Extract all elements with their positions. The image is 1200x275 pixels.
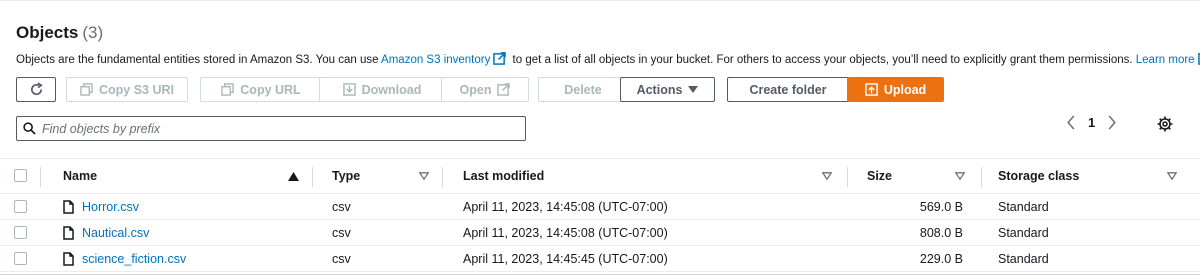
object-storage-class: Standard xyxy=(998,200,1049,214)
external-link-icon xyxy=(497,83,511,96)
open-button[interactable]: Open xyxy=(441,77,529,102)
object-type: csv xyxy=(332,252,351,266)
copy-s3-uri-label: Copy S3 URI xyxy=(98,82,174,97)
pagination: 1 xyxy=(1066,115,1117,130)
copy-s3-uri-button[interactable]: Copy S3 URI xyxy=(66,77,188,102)
object-count: (3) xyxy=(82,23,104,42)
object-last-modified: April 11, 2023, 14:45:45 (UTC-07:00) xyxy=(463,252,668,266)
download-icon xyxy=(342,83,356,96)
column-divider xyxy=(847,167,848,187)
select-all-checkbox[interactable] xyxy=(14,169,27,182)
object-name-cell: Horror.csv xyxy=(63,194,139,220)
delete-label: Delete xyxy=(564,82,602,97)
upload-button[interactable]: Upload xyxy=(847,77,944,102)
table-header: Name Type Last modified Size Storage cla… xyxy=(0,158,1200,194)
object-name-link[interactable]: Nautical.csv xyxy=(82,226,149,240)
objects-panel: Objects (3) Objects are the fundamental e… xyxy=(0,0,1200,275)
current-page-number[interactable]: 1 xyxy=(1088,115,1095,130)
column-header-size[interactable]: Size xyxy=(867,159,892,193)
refresh-icon xyxy=(30,82,43,96)
object-storage-class: Standard xyxy=(998,226,1049,240)
column-header-name[interactable]: Name xyxy=(63,159,97,193)
object-size: 569.0 B xyxy=(919,200,963,214)
column-divider xyxy=(981,167,982,187)
column-header-type[interactable]: Type xyxy=(332,159,360,193)
object-name-cell: Nautical.csv xyxy=(63,220,149,246)
search-input[interactable] xyxy=(42,121,512,136)
inventory-link[interactable]: Amazon S3 inventory xyxy=(381,54,490,66)
row-checkbox[interactable] xyxy=(14,200,27,213)
page-title: Objects (3) xyxy=(16,23,103,43)
table-row: Horror.csv csv April 11, 2023, 14:45:08 … xyxy=(0,194,1200,220)
objects-description: Objects are the fundamental entities sto… xyxy=(16,52,1200,66)
gear-icon xyxy=(1157,116,1173,132)
description-text-middle: to get a list of all objects in your buc… xyxy=(509,54,1136,66)
copy-url-button[interactable]: Copy URL xyxy=(200,77,322,102)
search-box xyxy=(16,116,526,141)
object-name-cell: science_fiction.csv xyxy=(63,246,186,272)
column-divider xyxy=(442,167,443,187)
object-size: 229.0 B xyxy=(919,252,963,266)
upload-label: Upload xyxy=(883,82,927,97)
description-text-before: Objects are the fundamental entities sto… xyxy=(16,54,382,66)
object-name-link[interactable]: Horror.csv xyxy=(82,200,139,214)
download-label: Download xyxy=(361,82,422,97)
object-storage-class: Standard xyxy=(998,252,1049,266)
upload-icon xyxy=(865,83,878,96)
search-icon xyxy=(23,122,36,135)
row-checkbox[interactable] xyxy=(14,226,27,239)
external-link-icon[interactable] xyxy=(493,52,507,65)
object-size: 808.0 B xyxy=(919,226,963,240)
actions-label: Actions xyxy=(636,82,683,97)
preferences-button[interactable] xyxy=(1157,116,1173,135)
refresh-button[interactable] xyxy=(16,77,56,102)
column-header-storage-class[interactable]: Storage class xyxy=(998,159,1079,193)
chevron-left-icon[interactable] xyxy=(1066,115,1076,130)
open-label: Open xyxy=(459,82,492,97)
table-row: science_fiction.csv csv April 11, 2023, … xyxy=(0,246,1200,272)
object-type: csv xyxy=(332,200,351,214)
delete-button[interactable]: Delete xyxy=(538,77,628,102)
create-folder-button[interactable]: Create folder xyxy=(727,77,849,102)
page-title-label: Objects xyxy=(16,23,79,42)
copy-icon xyxy=(80,83,93,96)
object-last-modified: April 11, 2023, 14:45:08 (UTC-07:00) xyxy=(463,200,668,214)
row-checkbox[interactable] xyxy=(14,252,27,265)
sort-icon[interactable] xyxy=(955,159,965,193)
file-icon xyxy=(63,200,74,214)
sort-icon[interactable] xyxy=(822,159,832,193)
copy-icon xyxy=(221,83,235,96)
object-last-modified: April 11, 2023, 14:45:08 (UTC-07:00) xyxy=(463,226,668,240)
column-header-last-modified[interactable]: Last modified xyxy=(463,159,544,193)
file-icon xyxy=(63,252,74,266)
sort-icon[interactable] xyxy=(419,159,429,193)
actions-dropdown[interactable]: Actions xyxy=(620,77,715,102)
download-button[interactable]: Download xyxy=(319,77,445,102)
copy-url-label: Copy URL xyxy=(240,82,301,97)
sort-icon[interactable] xyxy=(1167,159,1177,193)
object-name-link[interactable]: science_fiction.csv xyxy=(82,252,186,266)
caret-down-icon xyxy=(688,85,699,93)
file-icon xyxy=(63,226,74,240)
column-divider xyxy=(40,167,41,187)
object-type: csv xyxy=(332,226,351,240)
table-row: Nautical.csv csv April 11, 2023, 14:45:0… xyxy=(0,220,1200,246)
sort-ascending-icon[interactable] xyxy=(288,159,299,193)
chevron-right-icon[interactable] xyxy=(1107,115,1117,130)
create-folder-label: Create folder xyxy=(749,82,827,97)
learn-more-link[interactable]: Learn more xyxy=(1136,54,1195,66)
column-divider xyxy=(312,167,313,187)
